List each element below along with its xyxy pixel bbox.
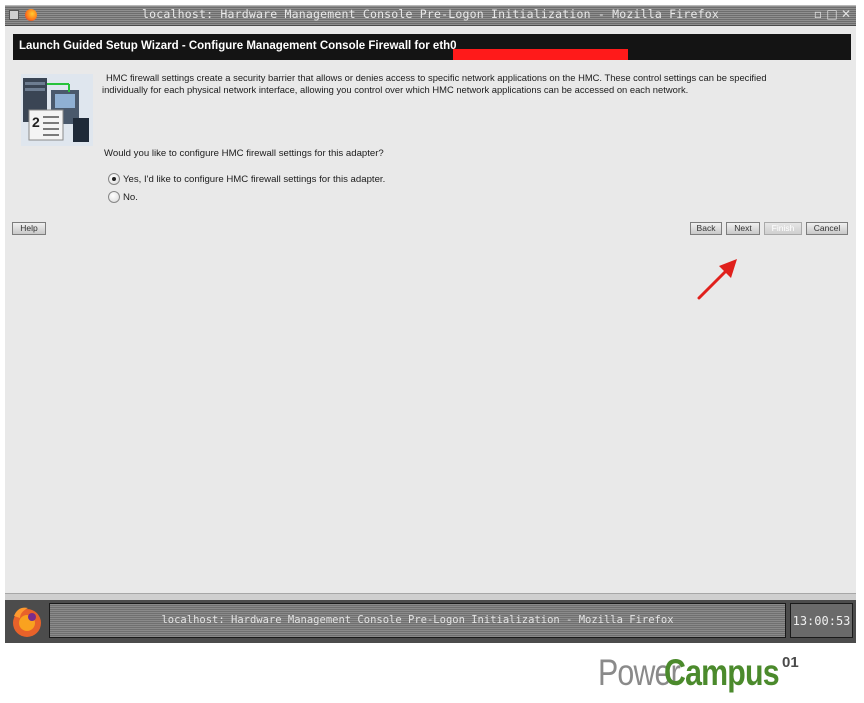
cancel-button[interactable]: Cancel: [806, 222, 848, 235]
wizard-header: Launch Guided Setup Wizard - Configure M…: [13, 34, 851, 60]
maximize-icon[interactable]: □: [826, 8, 838, 21]
taskbar-window-button[interactable]: localhost: Hardware Management Console P…: [49, 603, 786, 638]
description-line-2: individually for each physical network i…: [102, 84, 689, 95]
wizard-page: Launch Guided Setup Wizard - Configure M…: [5, 26, 856, 593]
wizard-title: Launch Guided Setup Wizard - Configure M…: [19, 40, 457, 52]
window-title-bar[interactable]: localhost: Hardware Management Console P…: [5, 5, 856, 26]
powercampus-logo: Power Campus 01: [598, 652, 799, 696]
logo-campus: Campus: [664, 652, 780, 693]
window-title: localhost: Hardware Management Console P…: [141, 7, 719, 21]
server-config-icon: 2: [21, 74, 93, 146]
taskbar-clock: 13:00:53: [790, 603, 853, 638]
finish-button[interactable]: Finish: [764, 222, 802, 235]
logo-01: 01: [782, 654, 799, 671]
redaction-bar: [453, 49, 628, 60]
arrow-pointer-icon: [697, 259, 737, 300]
description-line-1: HMC firewall settings create a security …: [106, 72, 767, 83]
option-yes-label: Yes, I'd like to configure HMC firewall …: [123, 173, 386, 185]
next-button[interactable]: Next: [726, 222, 760, 235]
taskbar: localhost: Hardware Management Console P…: [5, 600, 856, 643]
radio-no[interactable]: [108, 191, 120, 203]
option-no[interactable]: No.: [108, 191, 138, 203]
wizard-question: Would you like to configure HMC firewall…: [104, 148, 384, 159]
option-yes[interactable]: Yes, I'd like to configure HMC firewall …: [108, 173, 385, 185]
option-no-label: No.: [123, 191, 138, 203]
close-icon[interactable]: ✕: [840, 8, 852, 21]
svg-text:2: 2: [32, 114, 40, 130]
radio-yes[interactable]: [108, 173, 120, 185]
back-button[interactable]: Back: [690, 222, 722, 235]
wizard-description: HMC firewall settings create a security …: [102, 72, 846, 96]
help-button[interactable]: Help: [12, 222, 46, 235]
firefox-launcher-icon[interactable]: [8, 604, 46, 640]
minimize-icon[interactable]: ▫: [812, 8, 824, 21]
window-bottom-border: [5, 593, 856, 600]
